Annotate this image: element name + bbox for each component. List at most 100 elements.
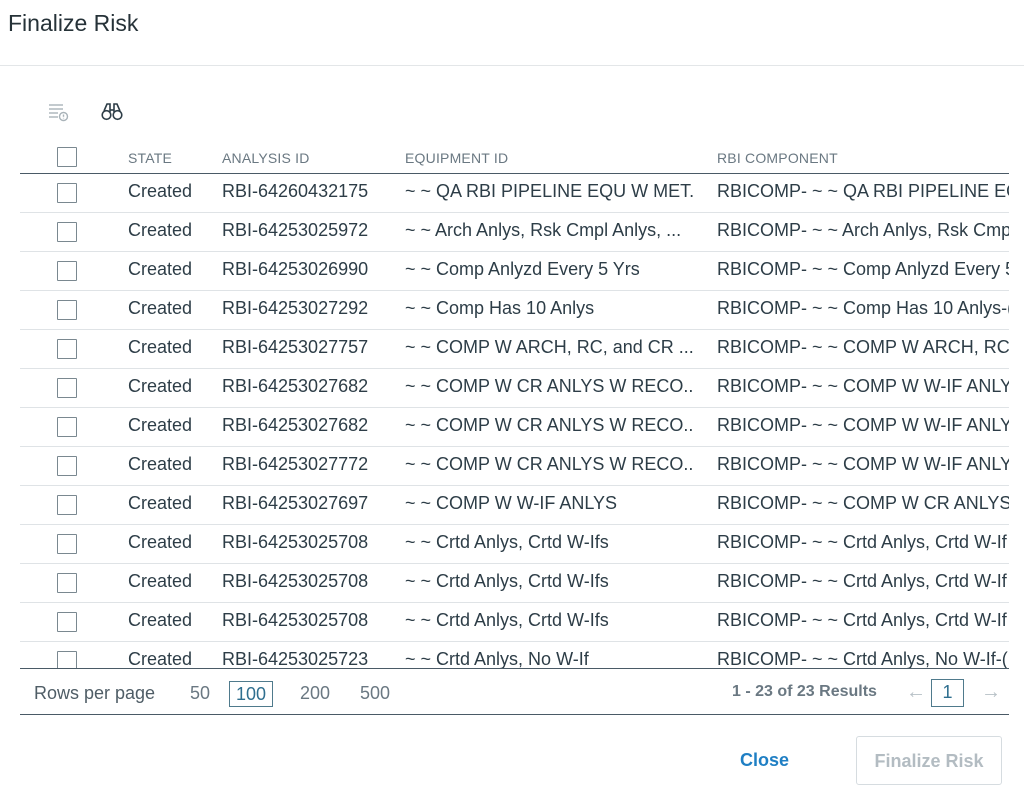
column-header-state[interactable]: STATE: [128, 150, 172, 166]
rows-per-page-option-50[interactable]: 50: [184, 681, 216, 707]
row-checkbox[interactable]: [57, 651, 77, 668]
cell-equipment-id: ~ ~ COMP W W-IF ANLYS: [405, 493, 618, 513]
cell-analysis-id: RBI-64253025708: [222, 532, 369, 552]
cell-analysis-id: RBI-64253027697: [222, 493, 369, 513]
column-header-equipment-id[interactable]: EQUIPMENT ID: [405, 150, 508, 166]
cell-rbi-component: RBICOMP- ~ ~ Crtd Anlys, Crtd W-If: [717, 571, 1007, 591]
row-checkbox[interactable]: [57, 534, 77, 554]
cell-state: Created: [128, 259, 193, 279]
cell-analysis-id: RBI-64253027682: [222, 415, 369, 435]
column-header-rbi-component[interactable]: RBI COMPONENT: [717, 150, 838, 166]
cell-rbi-component: RBICOMP- ~ ~ COMP W W-IF ANLYS: [717, 415, 1009, 435]
cell-equipment-id: ~ ~ QA RBI PIPELINE EQU W MET...: [405, 181, 695, 201]
filter-list-icon[interactable]: [47, 100, 71, 124]
rows-per-page-option-200[interactable]: 200: [294, 681, 336, 707]
cell-state: Created: [128, 610, 193, 630]
title-divider: [0, 65, 1024, 66]
table-row[interactable]: Created RBI-64253027292 ~ ~ Comp Has 10 An…: [20, 291, 1009, 330]
table-row[interactable]: Created RBI-64253027697 ~ ~ COMP W W-IF AN…: [20, 486, 1009, 525]
cell-rbi-component: RBICOMP- ~ ~ Crtd Anlys, Crtd W-If: [717, 532, 1007, 552]
cell-equipment-id: ~ ~ Comp Has 10 Anlys: [405, 298, 595, 318]
grid-body: Created RBI-64260432175 ~ ~ QA RBI PIPELIN…: [20, 174, 1009, 668]
grid-header: STATE ANALYSIS ID EQUIPMENT ID RBI COMPO…: [20, 140, 1009, 174]
cell-analysis-id: RBI-64253027772: [222, 454, 369, 474]
row-checkbox[interactable]: [57, 339, 77, 359]
cell-rbi-component: RBICOMP- ~ ~ Comp Anlyzd Every 5: [717, 259, 1009, 279]
pagination-bar: Rows per page 50 100 200 500 1 - 23 of 2…: [20, 668, 1009, 715]
cell-rbi-component: RBICOMP- ~ ~ COMP W ARCH, RC, a: [717, 337, 1009, 357]
row-checkbox[interactable]: [57, 222, 77, 242]
cell-state: Created: [128, 649, 193, 668]
row-checkbox[interactable]: [57, 417, 77, 437]
cell-rbi-component: RBICOMP- ~ ~ QA RBI PIPELINE EQU: [717, 181, 1009, 201]
cell-equipment-id: ~ ~ Crtd Anlys, Crtd W-Ifs: [405, 610, 609, 630]
cell-analysis-id: RBI-64253027682: [222, 376, 369, 396]
cell-equipment-id: ~ ~ Crtd Anlys, No W-If: [405, 649, 589, 668]
cell-equipment-id: ~ ~ COMP W ARCH, RC, and CR ...: [405, 337, 694, 357]
cell-analysis-id: RBI-64260432175: [222, 181, 369, 201]
cell-rbi-component: RBICOMP- ~ ~ COMP W W-IF ANLYS: [717, 376, 1009, 396]
table-row[interactable]: Created RBI-64253025708 ~ ~ Crtd Anlys, Cr…: [20, 603, 1009, 642]
table-row[interactable]: Created RBI-64253026990 ~ ~ Comp Anlyzd Ev…: [20, 252, 1009, 291]
previous-page-icon[interactable]: ←: [906, 681, 926, 704]
row-checkbox[interactable]: [57, 261, 77, 281]
row-checkbox[interactable]: [57, 183, 77, 203]
cell-rbi-component: RBICOMP- ~ ~ Crtd Anlys, No W-If-(: [717, 649, 1008, 668]
cell-equipment-id: ~ ~ Crtd Anlys, Crtd W-Ifs: [405, 571, 609, 591]
column-header-analysis-id[interactable]: ANALYSIS ID: [222, 150, 310, 166]
finalize-risk-button[interactable]: Finalize Risk: [856, 736, 1002, 785]
rows-per-page-option-100[interactable]: 100: [229, 681, 274, 707]
row-checkbox[interactable]: [57, 612, 77, 632]
cell-equipment-id: ~ ~ Crtd Anlys, Crtd W-Ifs: [405, 532, 609, 552]
next-page-icon[interactable]: →: [981, 681, 1001, 704]
row-checkbox[interactable]: [57, 378, 77, 398]
analysis-grid: STATE ANALYSIS ID EQUIPMENT ID RBI COMPO…: [20, 140, 1009, 668]
cell-analysis-id: RBI-64253025723: [222, 649, 369, 668]
table-row[interactable]: Created RBI-64253025708 ~ ~ Crtd Anlys, Cr…: [20, 525, 1009, 564]
select-all-checkbox[interactable]: [57, 147, 77, 167]
cell-state: Created: [128, 571, 193, 591]
table-row[interactable]: Created RBI-64253025972 ~ ~ Arch Anlys, Rs…: [20, 213, 1009, 252]
cell-rbi-component: RBICOMP- ~ ~ Arch Anlys, Rsk Cmp: [717, 220, 1009, 240]
table-row[interactable]: Created RBI-64253025723 ~ ~ Crtd Anlys, No…: [20, 642, 1009, 668]
cell-equipment-id: ~ ~ COMP W CR ANLYS W RECO...: [405, 415, 695, 435]
table-row[interactable]: Created RBI-64253027682 ~ ~ COMP W CR ANLY…: [20, 369, 1009, 408]
cell-equipment-id: ~ ~ Arch Anlys, Rsk Cmpl Anlys, ...: [405, 220, 682, 240]
row-checkbox[interactable]: [57, 456, 77, 476]
cell-state: Created: [128, 298, 193, 318]
results-count: 1 - 23 of 23 Results: [732, 683, 877, 700]
cell-analysis-id: RBI-64253025972: [222, 220, 369, 240]
cell-state: Created: [128, 220, 193, 240]
cell-state: Created: [128, 415, 193, 435]
cell-equipment-id: ~ ~ COMP W CR ANLYS W RECO...: [405, 376, 695, 396]
cell-state: Created: [128, 454, 193, 474]
cell-rbi-component: RBICOMP- ~ ~ Crtd Anlys, Crtd W-If: [717, 610, 1007, 630]
cell-analysis-id: RBI-64253027292: [222, 298, 369, 318]
row-checkbox[interactable]: [57, 300, 77, 320]
cell-equipment-id: ~ ~ COMP W CR ANLYS W RECO...: [405, 454, 695, 474]
table-row[interactable]: Created RBI-64253027682 ~ ~ COMP W CR ANLY…: [20, 408, 1009, 447]
cell-rbi-component: RBICOMP- ~ ~ COMP W CR ANLYS W: [717, 493, 1009, 513]
table-row[interactable]: Created RBI-64260432175 ~ ~ QA RBI PIPELIN…: [20, 174, 1009, 213]
cell-rbi-component: RBICOMP- ~ ~ Comp Has 10 Anlys-(: [717, 298, 1009, 318]
binoculars-icon[interactable]: [100, 100, 124, 124]
row-checkbox[interactable]: [57, 573, 77, 593]
row-checkbox[interactable]: [57, 495, 77, 515]
cell-equipment-id: ~ ~ Comp Anlyzd Every 5 Yrs: [405, 259, 640, 279]
table-row[interactable]: Created RBI-64253027757 ~ ~ COMP W ARCH, R…: [20, 330, 1009, 369]
cell-analysis-id: RBI-64253027757: [222, 337, 369, 357]
cell-state: Created: [128, 493, 193, 513]
cell-state: Created: [128, 532, 193, 552]
close-button[interactable]: Close: [740, 750, 789, 771]
cell-state: Created: [128, 376, 193, 396]
table-row[interactable]: Created RBI-64253027772 ~ ~ COMP W CR ANLY…: [20, 447, 1009, 486]
cell-rbi-component: RBICOMP- ~ ~ COMP W W-IF ANLYS: [717, 454, 1009, 474]
rows-per-page-label: Rows per page: [34, 683, 156, 703]
cell-state: Created: [128, 337, 193, 357]
table-row[interactable]: Created RBI-64253025708 ~ ~ Crtd Anlys, Cr…: [20, 564, 1009, 603]
current-page-input[interactable]: 1: [931, 679, 964, 707]
rows-per-page-option-500[interactable]: 500: [354, 681, 396, 707]
cell-analysis-id: RBI-64253025708: [222, 571, 369, 591]
dialog-title: Finalize Risk: [8, 10, 139, 36]
cell-analysis-id: RBI-64253025708: [222, 610, 369, 630]
